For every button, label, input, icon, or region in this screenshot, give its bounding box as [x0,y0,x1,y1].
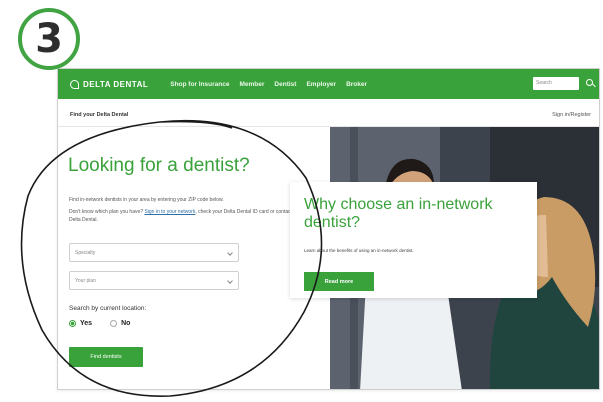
finder-headline: Looking for a dentist? [68,155,250,176]
sign-in-register-link[interactable]: Sign in/Register [552,112,591,118]
nav-link-broker[interactable]: Broker [346,81,367,88]
radio-yes-label: Yes [80,320,93,327]
plan-help-text-start: Don't know which plan you have? [69,209,145,215]
main-nav-links: Shop for Insurance Member Dentist Employ… [170,81,377,88]
sign-in-network-link[interactable]: Sign in to your network [144,209,195,215]
radio-no[interactable] [110,320,118,327]
top-navigation-bar: DELTA DENTAL Shop for Insurance Member D… [58,69,599,99]
search-input[interactable]: Search [533,77,579,90]
read-more-button[interactable]: Read more [304,272,374,291]
promo-title: Why choose an in-network dentist? [304,196,493,231]
step-number: 3 [35,16,63,62]
promo-text: Learn about the benefits of using an in-… [304,248,414,253]
find-dentists-button[interactable]: Find dentists [69,347,143,367]
plan-select[interactable]: Your plan [69,271,239,290]
logo-text: DELTA DENTAL [83,79,149,89]
finder-description: Find in-network dentists in your area by… [69,197,224,203]
radio-no-label: No [121,320,131,327]
location-search-label: Search by current location: [69,305,147,312]
nav-link-member[interactable]: Member [239,81,264,88]
location-radio-group: Yes No [69,320,148,327]
search-icon[interactable] [586,79,593,86]
page-section-title: Find your Delta Dental [70,112,129,118]
in-network-promo-card: Why choose an in-network dentist? Learn … [290,182,537,298]
nav-link-dentist[interactable]: Dentist [274,81,296,88]
step-number-badge: 3 [18,8,80,70]
radio-yes[interactable] [69,320,76,327]
screenshot-canvas: DELTA DENTAL Shop for Insurance Member D… [0,0,603,402]
nav-link-employer[interactable]: Employer [306,81,336,88]
nav-link-shop-insurance[interactable]: Shop for Insurance [170,81,229,88]
delta-logo-icon [70,79,79,89]
breadcrumb-bar: Find your Delta Dental Sign in/Register [58,99,599,127]
specialty-select[interactable]: Specialty [69,243,239,262]
delta-dental-logo[interactable]: DELTA DENTAL [70,79,149,89]
finder-plan-help: Don't know which plan you have? Sign in … [69,208,304,224]
